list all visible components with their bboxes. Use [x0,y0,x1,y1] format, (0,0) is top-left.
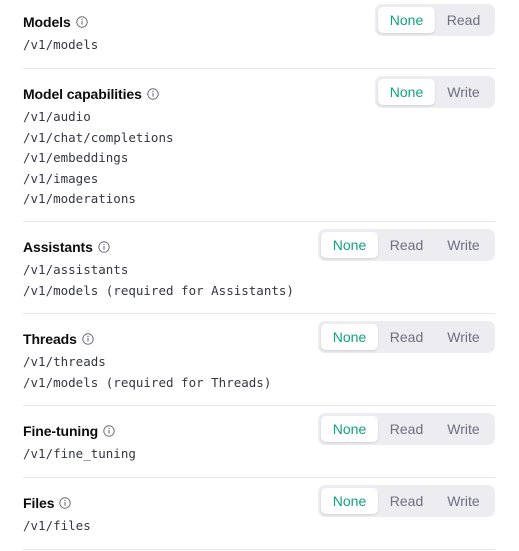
section-divider [23,68,495,69]
section-divider [23,477,495,478]
option-read[interactable]: Read [378,416,435,442]
endpoint-list: /v1/threads /v1/models (required for Thr… [23,352,271,393]
section-header: Threads [23,330,94,348]
option-none[interactable]: None [321,232,378,258]
section-header: Files [23,494,72,512]
endpoint-list: /v1/fine_tuning [23,444,136,465]
endpoint-path: /v1/files [23,518,91,533]
endpoint-list: /v1/models [23,35,98,56]
option-none[interactable]: None [321,324,378,350]
section-header: Assistants [23,238,110,256]
section-title: Model capabilities [23,86,142,102]
section-header: Model capabilities [23,85,159,103]
permission-segmented-control: None Read Write [318,413,495,445]
endpoint-path: /v1/threads [23,354,106,369]
option-read[interactable]: Read [378,324,435,350]
permission-segmented-control: None Read [375,4,495,36]
section-header: Models [23,13,88,31]
section-title: Threads [23,331,77,347]
info-icon[interactable] [75,15,88,28]
endpoint-list: /v1/assistants /v1/models (required for … [23,260,294,301]
option-write[interactable]: Write [435,488,492,514]
option-none[interactable]: None [378,79,435,105]
endpoint-path: /v1/models [23,37,99,52]
option-none[interactable]: None [321,488,378,514]
permission-segmented-control: None Read Write [318,485,495,517]
endpoint-list: /v1/audio /v1/chat/completions /v1/embed… [23,107,174,210]
option-read[interactable]: Read [435,7,492,33]
section-title: Models [23,14,71,30]
section-title: Fine-tuning [23,423,99,439]
section-title: Files [23,495,55,511]
permission-segmented-control: None Write [375,76,495,108]
endpoint-path: /v1/chat/completions [23,129,174,145]
info-icon[interactable] [59,496,72,509]
option-write[interactable]: Write [435,416,492,442]
option-write[interactable]: Write [435,324,492,350]
info-icon[interactable] [147,87,159,100]
section-header: Fine-tuning [23,422,115,440]
section-divider [23,221,495,222]
option-read[interactable]: Read [378,488,435,514]
endpoint-list: /v1/files [23,516,91,537]
section-divider [23,405,495,406]
endpoint-path: /v1/audio [23,109,91,124]
endpoint-path: /v1/moderations [23,191,136,206]
permission-segmented-control: None Read Write [318,229,495,261]
info-icon[interactable] [103,424,115,437]
option-none[interactable]: None [378,7,435,33]
section-divider [23,313,495,314]
option-write[interactable]: Write [435,232,492,258]
endpoint-path: /v1/assistants [23,262,129,277]
option-none[interactable]: None [321,416,378,442]
permission-segmented-control: None Read Write [318,321,495,353]
section-divider [23,549,495,550]
section-title: Assistants [23,239,93,255]
info-icon[interactable] [98,240,110,253]
option-read[interactable]: Read [378,232,435,258]
endpoint-path: /v1/models (required for Assistants) [23,282,294,298]
option-write[interactable]: Write [435,79,492,105]
endpoint-path: /v1/fine_tuning [23,446,136,461]
endpoint-path: /v1/embeddings [23,150,129,165]
endpoint-path: /v1/images [23,170,99,186]
endpoint-path: /v1/models (required for Threads) [23,374,272,390]
info-icon[interactable] [82,332,94,345]
